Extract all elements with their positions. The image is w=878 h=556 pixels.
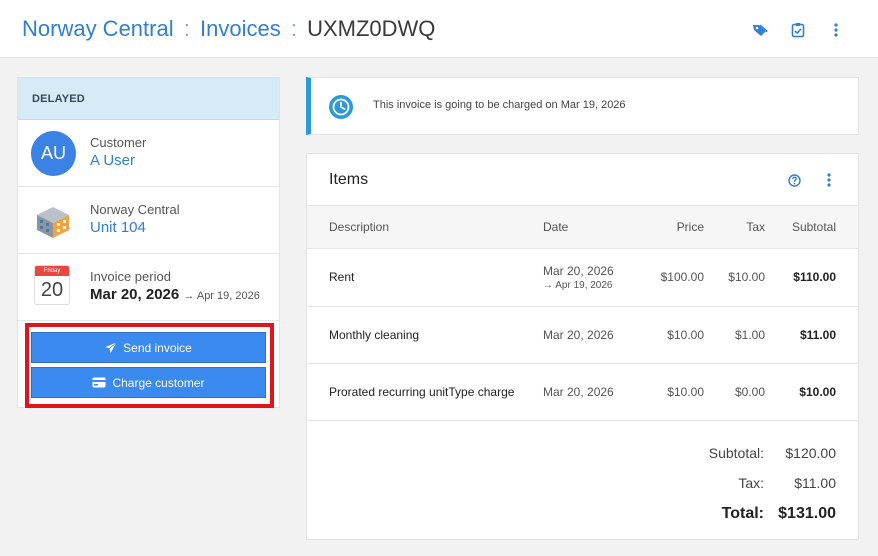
items-table: Description Date Price Tax Subtotal Rent…	[307, 206, 858, 420]
invoice-actions: Send invoice Charge customer	[18, 321, 279, 408]
total-label: Total:	[721, 505, 764, 522]
more-vertical-icon[interactable]	[826, 172, 832, 193]
column-header-price: Price	[676, 219, 704, 234]
invoice-summary-panel: DELAYED AU Customer A User Norway Centra…	[17, 77, 280, 408]
help-icon[interactable]	[788, 174, 801, 192]
item-date: Mar 20, 2026	[543, 384, 614, 399]
invoice-period-value: Mar 20, 2026 → Apr 19, 2026	[90, 285, 260, 306]
credit-card-icon	[92, 377, 106, 388]
item-description: Rent	[329, 270, 355, 284]
column-header-tax: Tax	[746, 219, 765, 234]
send-invoice-label: Send invoice	[123, 340, 192, 355]
item-date: Mar 20, 2026 → Apr 19, 2026	[543, 248, 639, 306]
subtotal-row: Subtotal: $120.00	[694, 445, 836, 461]
breadcrumb-separator: :	[183, 16, 190, 41]
customer-row[interactable]: AU Customer A User	[18, 120, 279, 187]
item-date: Mar 20, 2026	[543, 327, 614, 342]
item-price: $10.00	[667, 327, 704, 342]
tag-icon[interactable]	[750, 20, 770, 40]
tax-row: Tax: $11.00	[694, 475, 836, 491]
items-card: Items Description Date Price Tax Subtota…	[306, 153, 859, 540]
item-tax: $0.00	[734, 384, 765, 399]
clock-icon	[329, 95, 353, 119]
total-value: $131.00	[778, 505, 836, 522]
top-bar: Norway Central : Invoices : UXMZ0DWQ	[0, 0, 878, 58]
breadcrumb: Norway Central : Invoices : UXMZ0DWQ	[22, 15, 435, 43]
charge-notice-text: This invoice is going to be charged on M…	[373, 99, 626, 111]
building-icon	[31, 198, 76, 243]
invoice-period-row: Friday 20 Invoice period Mar 20, 2026 → …	[18, 254, 279, 321]
clipboard-check-icon[interactable]	[788, 20, 808, 40]
tax-value: $11.00	[794, 475, 836, 491]
item-date-start: Mar 20, 2026	[543, 263, 614, 278]
item-subtotal: $110.00	[793, 270, 836, 284]
items-title: Items	[329, 171, 369, 188]
item-description: Monthly cleaning	[329, 327, 420, 342]
table-row[interactable]: Monthly cleaning Mar 20, 2026 $10.00 $1.…	[307, 306, 858, 363]
item-price: $100.00	[660, 270, 704, 284]
period-end: → Apr 19, 2026	[183, 290, 260, 302]
item-description: Prorated recurring unitType charge	[329, 384, 515, 399]
breadcrumb-property-link[interactable]: Norway Central	[22, 16, 174, 41]
send-invoice-button[interactable]: Send invoice	[31, 332, 266, 363]
avatar: AU	[31, 131, 76, 176]
calendar-day: 20	[40, 279, 64, 301]
subtotal-label: Subtotal:	[708, 445, 764, 461]
period-start: Mar 20, 2026	[90, 286, 180, 303]
breadcrumb-invoices-link[interactable]: Invoices	[200, 16, 281, 41]
item-subtotal: $11.00	[799, 327, 836, 342]
item-tax: $10.00	[728, 270, 765, 284]
breadcrumb-separator: :	[290, 16, 297, 41]
invoice-totals: Subtotal: $120.00 Tax: $11.00 Total: $13…	[307, 420, 858, 540]
calendar-weekday: Friday	[35, 266, 69, 276]
charge-customer-button[interactable]: Charge customer	[31, 367, 266, 398]
charge-customer-label: Charge customer	[112, 375, 205, 390]
item-date-end: → Apr 19, 2026	[543, 279, 613, 291]
table-row[interactable]: Rent Mar 20, 2026 → Apr 19, 2026 $100.00 …	[307, 248, 858, 306]
unit-row[interactable]: Norway Central Unit 104	[18, 187, 279, 254]
invoice-period-label: Invoice period	[90, 269, 171, 284]
property-label: Norway Central	[90, 202, 180, 217]
item-tax: $1.00	[734, 327, 765, 342]
total-row: Total: $131.00	[694, 505, 836, 523]
customer-link[interactable]: A User	[90, 151, 146, 171]
calendar-icon: Friday 20	[34, 265, 70, 305]
tax-label: Tax:	[738, 475, 764, 491]
charge-notice: This invoice is going to be charged on M…	[306, 77, 859, 135]
table-row[interactable]: Prorated recurring unitType charge Mar 2…	[307, 363, 858, 420]
column-header-subtotal: Subtotal	[791, 219, 836, 234]
table-header: Description Date Price Tax Subtotal	[307, 206, 858, 248]
subtotal-value: $120.00	[785, 445, 836, 461]
item-price: $10.00	[667, 384, 704, 399]
send-icon	[105, 341, 117, 353]
column-header-date: Date	[543, 219, 569, 234]
more-vertical-icon[interactable]	[826, 20, 846, 40]
item-subtotal: $10.00	[799, 384, 836, 399]
column-header-description: Description	[329, 219, 390, 234]
customer-label: Customer	[90, 135, 147, 150]
page-title: UXMZ0DWQ	[307, 16, 436, 41]
status-badge: DELAYED	[18, 78, 279, 120]
unit-link[interactable]: Unit 104	[90, 218, 180, 238]
